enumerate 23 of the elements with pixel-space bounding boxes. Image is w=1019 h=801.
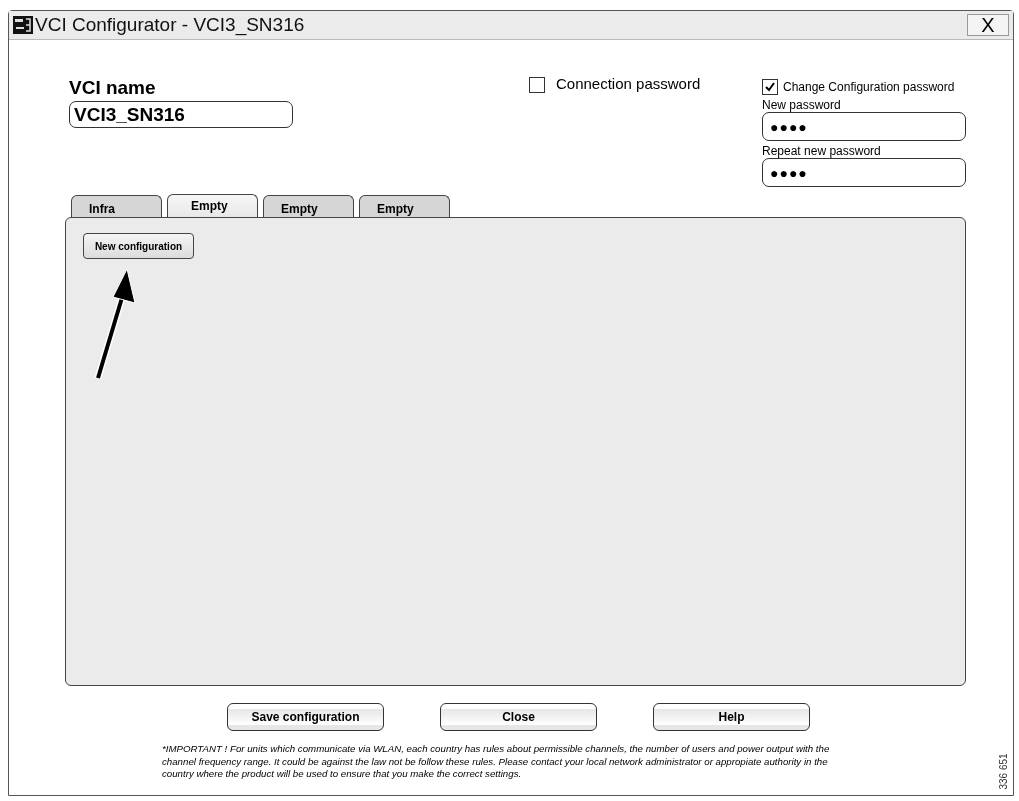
- dialog-button[interactable]: Help: [653, 703, 810, 731]
- important-note: *IMPORTANT ! For units which communicate via WLAN, each country has rules about permissible channels, the number of users and power output with the channel frequency range. It could be against the law not be follow these rules. Please contact your local network administrator or appropiate authority in the country where the product will be used to ensure that you make the correct settings.: [162, 743, 831, 781]
- password-label: New password: [762, 98, 842, 112]
- app-icon: [13, 16, 33, 34]
- password-field[interactable]: ●●●●: [762, 112, 966, 141]
- tab[interactable]: Empty: [263, 195, 354, 217]
- password-label: Repeat new password: [762, 144, 882, 158]
- window-close-button[interactable]: X: [967, 14, 1009, 36]
- vci-name-field[interactable]: VCI3_SN316: [69, 101, 293, 128]
- figure-number: 336 651: [997, 753, 1009, 790]
- new-configuration-button[interactable]: New configuration: [83, 233, 194, 259]
- tab[interactable]: Empty: [167, 194, 258, 217]
- vci-name-label: VCI name: [69, 77, 157, 100]
- tab[interactable]: Infra: [71, 195, 162, 217]
- password-field[interactable]: ●●●●: [762, 158, 966, 187]
- tab[interactable]: Empty: [359, 195, 450, 217]
- dialog-button[interactable]: Close: [440, 703, 597, 731]
- connection-password-label: Connection password: [556, 75, 701, 92]
- dialog-button[interactable]: Save configuration: [227, 703, 384, 731]
- change-password-label: Change Configuration password: [783, 80, 955, 94]
- window-title: VCI Configurator - VCI3_SN316: [35, 14, 305, 36]
- checkbox[interactable]: [762, 79, 778, 95]
- checkbox[interactable]: [529, 77, 545, 93]
